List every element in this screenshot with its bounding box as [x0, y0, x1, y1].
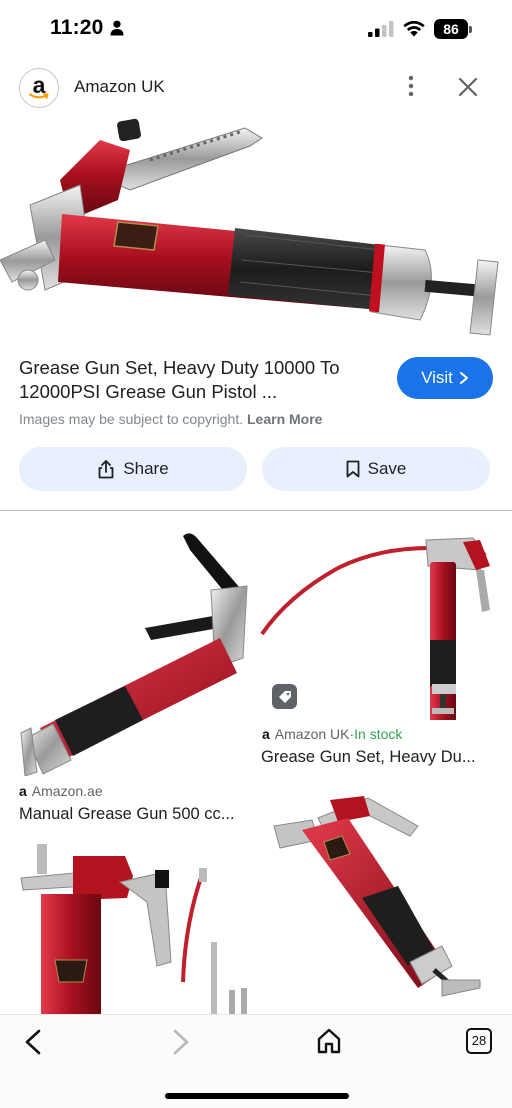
site-name[interactable]: Amazon UK	[74, 77, 165, 97]
back-icon[interactable]	[22, 1028, 44, 1061]
battery-cap	[469, 26, 472, 33]
forward-icon[interactable]	[170, 1028, 192, 1061]
share-label: Share	[123, 459, 169, 478]
battery-indicator: 86	[434, 19, 472, 39]
wifi-icon	[402, 19, 426, 42]
learn-more-link[interactable]: Learn More	[247, 411, 322, 427]
card-source-name: Amazon UK	[274, 726, 350, 742]
section-divider	[0, 510, 512, 511]
share-button[interactable]: Share	[19, 447, 247, 491]
tabs-count-button[interactable]: 28	[466, 1028, 492, 1054]
chevron-right-icon	[459, 372, 468, 384]
grid-product-image[interactable]	[15, 842, 255, 1018]
card-source[interactable]: a Amazon.ae	[19, 783, 103, 799]
amazon-logo-icon: a	[19, 783, 27, 799]
smile-arrow-icon	[29, 93, 49, 99]
cellular-signal-icon	[368, 21, 394, 42]
visit-button[interactable]: Visit	[397, 357, 493, 399]
source-header: a Amazon UK	[0, 64, 512, 110]
grid-product-image[interactable]	[258, 790, 498, 1014]
visit-label: Visit	[421, 368, 453, 387]
result-title[interactable]: Grease Gun Set, Heavy Duty 10000 To 1200…	[19, 356, 379, 404]
share-icon	[98, 460, 114, 479]
amazon-logo-icon: a	[262, 726, 270, 742]
copyright-text: Images may be subject to copyright.	[19, 411, 244, 427]
price-tag-icon	[272, 684, 297, 709]
close-icon[interactable]	[458, 77, 478, 102]
main-product-image[interactable]	[0, 110, 512, 350]
battery-level: 86	[434, 19, 468, 39]
card-title[interactable]: Manual Grease Gun 500 cc...	[19, 805, 235, 824]
browser-toolbar: 28	[0, 1014, 512, 1108]
home-icon[interactable]	[316, 1027, 342, 1060]
more-options-icon[interactable]	[402, 75, 420, 102]
home-indicator[interactable]	[165, 1093, 349, 1099]
status-time: 11:20	[50, 16, 104, 39]
person-icon	[110, 20, 124, 41]
grid-product-image[interactable]	[15, 528, 255, 777]
copyright-notice: Images may be subject to copyright. Lear…	[19, 411, 322, 427]
status-bar: 11:20 86	[0, 0, 512, 60]
card-title[interactable]: Grease Gun Set, Heavy Du...	[261, 748, 476, 767]
card-source-name: Amazon.ae	[31, 783, 103, 799]
card-source[interactable]: a Amazon UK · In stock	[262, 726, 402, 742]
site-logo[interactable]: a	[19, 68, 59, 108]
bookmark-icon	[346, 460, 360, 478]
save-label: Save	[367, 459, 407, 478]
stock-status: In stock	[354, 726, 403, 742]
save-button[interactable]: Save	[262, 447, 490, 491]
